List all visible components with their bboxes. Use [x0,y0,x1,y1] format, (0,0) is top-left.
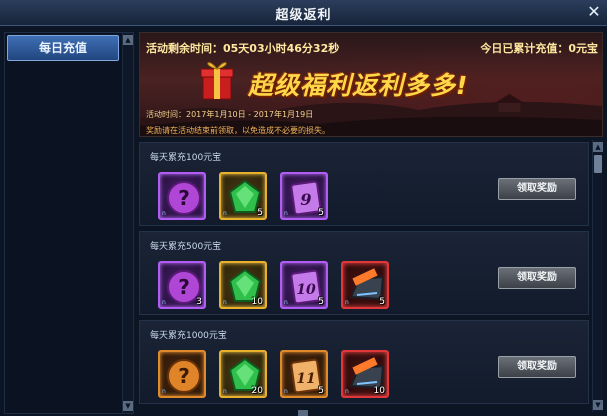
bound-flag: n [345,388,349,395]
sidebar: 每日充值 ▲ ▼ [4,32,134,414]
scroll-up-icon[interactable]: ▲ [123,35,133,45]
reward-tier-row: 每天累充500元宝 ? n 3 n 10 10 n 5 n 5 领取奖励 [139,231,589,315]
charged-total-text: 今日已累计充值：0元宝 [480,42,598,55]
bound-flag: n [162,210,166,217]
bound-flag: n [284,388,288,395]
tier-title: 每天累充100元宝 [150,153,222,163]
event-notice-text: 奖励请在活动结束前领取，以免造成不必要的损失。 [146,126,330,135]
bound-flag: n [284,210,288,217]
event-period-text: 活动时间：2017年1月10日 - 2017年1月19日 [146,110,314,119]
svg-text:11: 11 [296,371,315,387]
svg-text:?: ? [178,275,190,299]
reward-slot[interactable]: n 5 [341,261,389,309]
window-title: 超级返利 [275,8,332,23]
scroll-thumb[interactable] [594,155,602,173]
scroll-down-icon[interactable]: ▼ [593,400,603,410]
close-icon[interactable]: ✕ [585,2,603,22]
item-count: 5 [318,297,324,307]
reward-slot[interactable]: n 20 [219,350,267,398]
reward-slot[interactable]: n 10 [341,350,389,398]
item-count: 5 [318,386,324,396]
reward-slot[interactable]: ? n [158,172,206,220]
svg-text:?: ? [178,186,190,210]
reward-slot[interactable]: n 10 [219,261,267,309]
reward-slot[interactable]: 11 n 5 [280,350,328,398]
bottom-resize-handle[interactable] [298,410,308,416]
mystery-orb-icon: ? [167,181,201,215]
reward-slot[interactable]: ? n [158,350,206,398]
countdown-text: 活动剩余时间：05天03小时46分32秒 [146,42,340,55]
bound-flag: n [284,299,288,306]
bound-flag: n [223,210,227,217]
item-count: 5 [318,208,324,218]
sidebar-item-daily-recharge[interactable]: 每日充值 [7,35,119,61]
reward-tier-row: 每天累充100元宝 ? n n 5 9 n 5 领取奖励 [139,142,589,226]
banner-slogan: 超级福利返利多多! [248,71,469,100]
bound-flag: n [162,299,166,306]
bound-flag: n [223,299,227,306]
bound-flag: n [223,388,227,395]
tier-title: 每天累充500元宝 [150,242,222,252]
svg-text:10: 10 [296,282,316,298]
item-count: 10 [251,297,263,307]
svg-text:?: ? [178,364,190,388]
reward-tier-list: 每天累充100元宝 ? n n 5 9 n 5 领取奖励 每天累充500元宝 ?… [139,140,589,410]
event-banner: 活动剩余时间：05天03小时46分32秒 今日已累计充值：0元宝 超级福利返利多… [139,32,603,137]
scroll-down-icon[interactable]: ▼ [123,401,133,411]
item-count: 5 [257,208,263,218]
list-scrollbar[interactable]: ▲ ▼ [592,140,603,412]
reward-slot[interactable]: 9 n 5 [280,172,328,220]
title-bar: 超级返利 ✕ [0,0,607,26]
claim-reward-button[interactable]: 领取奖励 [498,356,576,378]
item-count: 3 [196,297,202,307]
gift-box-icon [200,62,234,100]
claim-reward-button[interactable]: 领取奖励 [498,178,576,200]
bound-flag: n [345,299,349,306]
tier-title: 每天累充1000元宝 [150,331,227,341]
reward-slot[interactable]: 10 n 5 [280,261,328,309]
claim-reward-button[interactable]: 领取奖励 [498,267,576,289]
item-count: 10 [373,386,385,396]
sidebar-scrollbar[interactable]: ▲ ▼ [122,33,133,413]
reward-slot[interactable]: n 5 [219,172,267,220]
bound-flag: n [162,388,166,395]
scroll-up-icon[interactable]: ▲ [593,142,603,152]
mystery-orb-icon: ? [167,359,201,393]
item-count: 20 [251,386,263,396]
item-count: 5 [379,297,385,307]
reward-slot[interactable]: ? n 3 [158,261,206,309]
svg-text:9: 9 [300,190,311,209]
reward-tier-row: 每天累充1000元宝 ? n n 20 11 n 5 n 10 领取奖励 [139,320,589,404]
